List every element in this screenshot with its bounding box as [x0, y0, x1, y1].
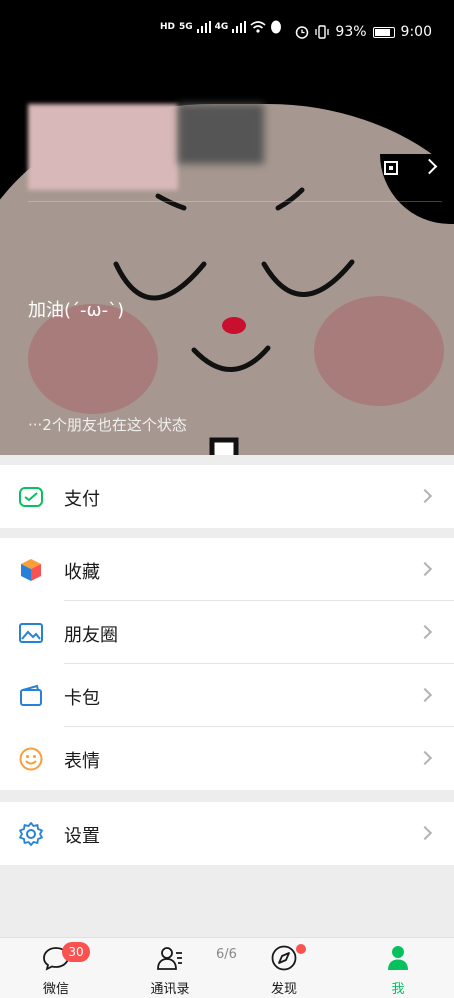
unread-badge: 30	[62, 942, 90, 962]
status-right: 93% 9:00	[295, 24, 432, 40]
contacts-icon	[157, 947, 182, 970]
wifi-icon	[250, 21, 266, 33]
profile-header[interactable]: 加油(´-ω-`) ···2个朋友也在这个状态	[0, 64, 454, 455]
menu-item-stickers[interactable]: 表情	[0, 727, 454, 790]
menu-group-main: 收藏 朋友圈 卡包 表情	[0, 538, 454, 790]
battery-icon	[372, 26, 395, 38]
tab-me[interactable]: 我	[358, 938, 438, 998]
network-indicators: HD 5G 4G	[160, 20, 282, 34]
chevron-right-icon	[417, 488, 433, 504]
nickname-blurred	[178, 104, 264, 164]
pay-icon	[19, 487, 43, 507]
menu-label-pay: 支付	[64, 489, 100, 510]
menu-item-settings[interactable]: 设置	[0, 802, 454, 865]
signal-icon	[196, 21, 211, 33]
compass-icon	[271, 945, 297, 971]
tab-chats[interactable]: 30 微信	[16, 938, 96, 998]
alarm-icon	[296, 26, 309, 39]
header-divider	[28, 201, 442, 202]
menu-item-cards[interactable]: 卡包	[0, 664, 454, 727]
menu-item-pay[interactable]: 支付	[0, 465, 454, 528]
tab-discover[interactable]: 发现	[244, 938, 324, 998]
menu-group-settings: 设置	[0, 802, 454, 865]
discover-dot-badge	[296, 944, 306, 954]
person-icon	[388, 946, 408, 970]
tab-label-contacts: 通讯录	[150, 982, 190, 997]
menu-label-stickers: 表情	[64, 751, 100, 772]
4g-label: 4G	[214, 22, 229, 32]
status-text[interactable]: 加油(´-ω-`)	[28, 296, 124, 322]
menu-label-moments: 朋友圈	[64, 625, 118, 646]
card-wallet-icon	[20, 684, 42, 706]
signal-icon-2	[232, 21, 247, 33]
menu-label-favorites: 收藏	[64, 562, 100, 583]
page-indicator: 6/6	[216, 947, 237, 962]
qr-code-icon[interactable]	[384, 161, 398, 175]
status-bar: HD 5G 4G 93% 9:00	[0, 0, 454, 64]
moments-photo-icon	[19, 623, 43, 643]
menu-label-settings: 设置	[64, 826, 100, 847]
menu-item-favorites[interactable]: 收藏	[0, 538, 454, 601]
tab-label-discover: 发现	[270, 982, 297, 997]
5g-label: 5G	[179, 22, 193, 32]
menu-item-moments[interactable]: 朋友圈	[0, 601, 454, 664]
chevron-right-icon	[417, 750, 433, 766]
friends-status-text[interactable]: ···2个朋友也在这个状态	[28, 414, 187, 435]
bottom-tab-bar: 30 微信 通讯录 6/6 发现 我	[0, 937, 454, 998]
chevron-right-icon	[417, 561, 433, 577]
clock: 9:00	[400, 24, 432, 40]
sticker-smile-icon	[19, 747, 43, 771]
tab-label-me: 我	[391, 982, 405, 997]
chevron-right-icon	[417, 687, 433, 703]
tab-contacts[interactable]: 通讯录	[130, 938, 210, 998]
menu-group-pay: 支付	[0, 465, 454, 528]
menu-label-cards: 卡包	[64, 688, 100, 709]
qq-penguin-icon	[271, 20, 282, 34]
vibrate-icon	[315, 25, 330, 39]
gear-icon	[19, 822, 43, 846]
hd-label: HD	[160, 22, 176, 32]
chevron-right-icon	[417, 825, 433, 841]
favorites-cube-icon	[21, 559, 41, 581]
battery-percent: 93%	[335, 24, 367, 40]
tab-label-chats: 微信	[42, 982, 69, 997]
chevron-right-icon	[417, 624, 433, 640]
avatar[interactable]	[28, 104, 178, 190]
